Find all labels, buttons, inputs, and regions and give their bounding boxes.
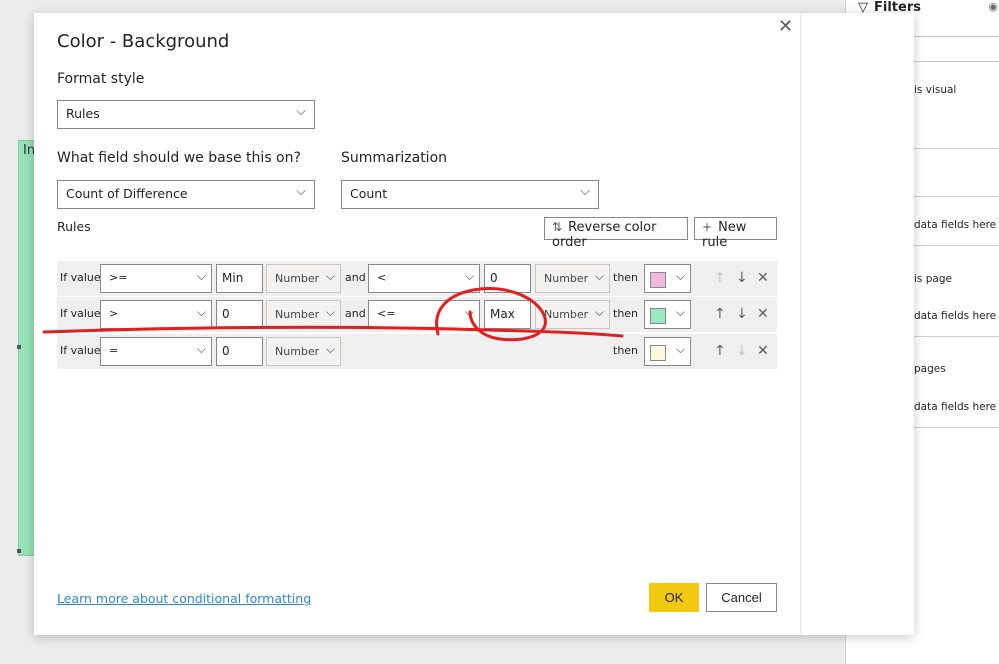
color-swatch xyxy=(650,272,666,288)
value-input[interactable]: 0 xyxy=(216,337,263,366)
field-label: What field should we base this on? xyxy=(57,150,301,166)
value-type-dropdown[interactable]: Number ⌵ xyxy=(535,264,610,293)
field-dropdown[interactable]: Count of Difference ⌵ xyxy=(57,180,315,209)
value-type-value: Number xyxy=(275,308,320,321)
summarization-dropdown[interactable]: Count ⌵ xyxy=(341,180,599,209)
move-up-icon[interactable]: ↑ xyxy=(714,343,726,359)
value-type-value: Number xyxy=(544,308,589,321)
sort-icon: ⇅ xyxy=(552,220,563,234)
rules-label: Rules xyxy=(57,219,91,234)
learn-more-link[interactable]: Learn more about conditional formatting xyxy=(57,591,311,606)
value-input[interactable]: Min xyxy=(216,264,263,293)
dialog-content: Color - Background ✕ Format style Rules … xyxy=(34,13,801,635)
plus-icon: + xyxy=(702,220,713,234)
move-down-icon[interactable]: ↓ xyxy=(736,343,748,359)
format-style-value: Rules xyxy=(66,106,100,121)
value-input[interactable]: 0 xyxy=(216,300,263,329)
if-value-label: If value xyxy=(60,307,101,320)
format-style-label: Format style xyxy=(57,71,145,87)
filters-drop-zone[interactable]: data fields here xyxy=(914,219,996,231)
format-style-dropdown[interactable]: Rules ⌵ xyxy=(57,100,315,129)
dialog-title: Color - Background xyxy=(57,31,230,52)
rule-row: If value >= ⌵ Min Number ⌵ and < ⌵ 0 Number… xyxy=(57,261,777,296)
if-value-label: If value xyxy=(60,271,101,284)
filters-drop-zone[interactable]: data fields here xyxy=(914,310,996,322)
chevron-down-icon: ⌵ xyxy=(594,305,604,319)
then-label: then xyxy=(613,344,639,357)
operator-value: >= xyxy=(109,271,128,284)
color-swatch xyxy=(650,308,666,324)
new-rule-button[interactable]: + New rule xyxy=(694,217,777,250)
color-picker[interactable]: ⌵ xyxy=(644,300,691,329)
chevron-down-icon: ⌵ xyxy=(325,269,335,283)
cancel-button[interactable]: Cancel xyxy=(706,583,777,612)
value-type-dropdown[interactable]: Number ⌵ xyxy=(266,264,341,293)
operator-value: <= xyxy=(377,307,396,320)
chevron-down-icon: ⌵ xyxy=(196,269,206,283)
value-type-dropdown[interactable]: Number ⌵ xyxy=(266,337,341,366)
chevron-down-icon: ⌵ xyxy=(196,305,206,319)
move-up-icon[interactable]: ↑ xyxy=(714,306,726,322)
value-type-value: Number xyxy=(544,272,589,285)
operator-dropdown[interactable]: <= ⌵ xyxy=(368,300,480,329)
filters-drop-zone[interactable]: data fields here xyxy=(914,401,996,413)
and-label: and xyxy=(345,307,366,320)
chevron-down-icon: ⌵ xyxy=(675,269,685,283)
rule-row: If value > ⌵ 0 Number ⌵ and <= ⌵ Max Number… xyxy=(57,297,777,332)
chevron-down-icon: ⌵ xyxy=(296,184,306,199)
chevron-down-icon: ⌵ xyxy=(580,184,590,199)
reverse-color-order-button[interactable]: ⇅ Reverse color order xyxy=(544,217,688,250)
chevron-down-icon: ⌵ xyxy=(675,305,685,319)
chevron-down-icon: ⌵ xyxy=(594,269,604,283)
chevron-down-icon: ⌵ xyxy=(464,269,474,283)
resize-handle xyxy=(17,549,21,553)
summarization-value: Count xyxy=(350,186,388,201)
operator-dropdown[interactable]: > ⌵ xyxy=(100,300,212,329)
delete-rule-icon[interactable]: ✕ xyxy=(757,306,769,322)
move-up-icon[interactable]: ↑ xyxy=(714,270,726,286)
reverse-color-order-label: Reverse color order xyxy=(552,220,657,250)
eye-icon[interactable]: ◉ xyxy=(988,0,998,13)
then-label: then xyxy=(613,307,639,320)
filters-section-label: pages xyxy=(914,363,946,375)
chevron-down-icon: ⌵ xyxy=(296,104,306,119)
filters-section-label: is visual xyxy=(914,84,957,96)
value-type-value: Number xyxy=(275,345,320,358)
chevron-down-icon: ⌵ xyxy=(675,342,685,356)
operator-dropdown[interactable]: = ⌵ xyxy=(100,337,212,366)
summarization-label: Summarization xyxy=(341,150,448,166)
operator-value: = xyxy=(109,344,119,357)
chevron-down-icon: ⌵ xyxy=(464,305,474,319)
operator-value: < xyxy=(377,271,387,284)
if-value-label: If value xyxy=(60,344,101,357)
close-icon[interactable]: ✕ xyxy=(778,16,793,37)
chevron-down-icon: ⌵ xyxy=(325,342,335,356)
chevron-down-icon: ⌵ xyxy=(325,305,335,319)
color-picker[interactable]: ⌵ xyxy=(644,264,691,293)
and-label: and xyxy=(345,271,366,284)
value-input[interactable]: Max xyxy=(484,300,531,329)
conditional-formatting-dialog: Color - Background ✕ Format style Rules … xyxy=(34,13,914,635)
move-down-icon[interactable]: ↓ xyxy=(736,270,748,286)
value-type-dropdown[interactable]: Number ⌵ xyxy=(266,300,341,329)
filters-section-label: is page xyxy=(914,273,952,285)
delete-rule-icon[interactable]: ✕ xyxy=(757,343,769,359)
field-value: Count of Difference xyxy=(66,186,188,201)
color-picker[interactable]: ⌵ xyxy=(644,337,691,366)
value-type-value: Number xyxy=(275,272,320,285)
then-label: then xyxy=(613,271,639,284)
move-down-icon[interactable]: ↓ xyxy=(736,306,748,322)
delete-rule-icon[interactable]: ✕ xyxy=(757,270,769,286)
rule-row: If value = ⌵ 0 Number ⌵ then ⌵ ↑ ↓ ✕ xyxy=(57,334,777,369)
chevron-down-icon: ⌵ xyxy=(196,342,206,356)
value-type-dropdown[interactable]: Number ⌵ xyxy=(535,300,610,329)
operator-dropdown[interactable]: < ⌵ xyxy=(368,264,480,293)
value-input[interactable]: 0 xyxy=(484,264,531,293)
color-swatch xyxy=(650,345,666,361)
operator-dropdown[interactable]: >= ⌵ xyxy=(100,264,212,293)
operator-value: > xyxy=(109,307,119,320)
resize-handle xyxy=(17,345,21,349)
ok-button[interactable]: OK xyxy=(649,583,699,612)
